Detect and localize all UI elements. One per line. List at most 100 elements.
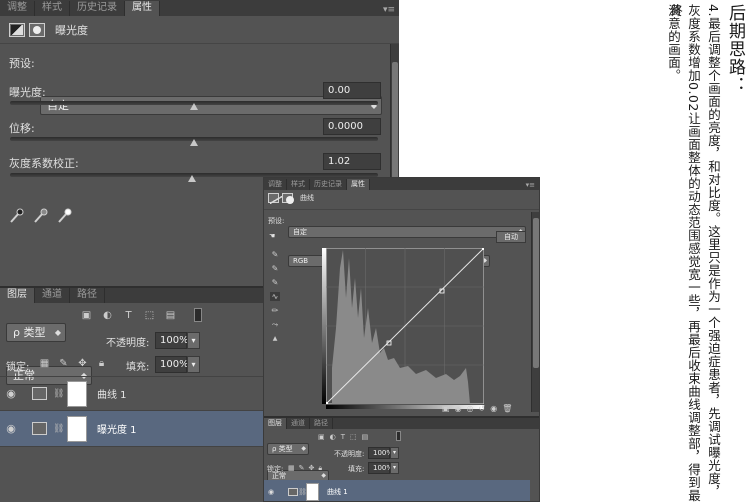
lock-transparent-icon[interactable]: ▦ [288,464,295,473]
visibility-eye-icon[interactable]: ◉ [490,404,497,413]
mask-icon[interactable] [282,193,294,204]
target-adjust-hand-icon[interactable]: ☚ [269,232,275,240]
view-previous-icon[interactable]: ◉ [455,404,462,413]
filter-shape-icon[interactable]: ⬚ [143,310,156,322]
tab-styles[interactable]: 样式 [35,1,70,16]
lock-label: 锁定: [267,465,284,473]
black-eyedropper-icon[interactable]: ✎ [272,250,279,259]
curve-edit-icon[interactable]: ∿ [269,292,281,301]
tab-styles[interactable]: 样式 [287,179,310,190]
layer-filter-value: ρ 类型 [272,445,293,453]
offset-value-input[interactable]: 0.0000 [323,118,381,135]
tab-properties[interactable]: 属性 [125,1,160,16]
layer-row-exposure[interactable]: ◉ ⛓︎ 曝光度 1 [0,411,263,447]
select-arrows-icon: ◆ [301,445,306,452]
filter-pixel-icon[interactable]: ▣ [318,433,325,441]
visibility-eye-icon[interactable]: ◉ [0,387,22,400]
tab-history[interactable]: 历史记录 [70,1,125,16]
filter-toggle[interactable] [396,431,401,441]
filter-type-icon[interactable]: T [341,433,345,441]
pencil-draw-icon[interactable]: ✏ [272,306,279,315]
tab-channels[interactable]: 通道 [35,288,70,303]
scrollbar-knob[interactable] [533,218,539,368]
gamma-slider-thumb[interactable] [188,175,196,182]
lock-image-icon[interactable]: ✎ [57,358,70,370]
tab-adjustments[interactable]: 调整 [264,179,287,190]
exposure-slider-thumb[interactable] [190,103,198,110]
gray-eyedropper-icon[interactable]: ✎ [272,264,279,273]
tab-layers[interactable]: 图层 [0,288,35,303]
gray-eyedropper-icon[interactable] [34,208,48,223]
panel-menu-icon[interactable]: ▾≡ [526,180,535,190]
layer-row-curves[interactable]: ◉ ⛓︎ 曲线 1 [264,480,530,501]
preset-select[interactable]: 自定 ◆ [288,226,526,238]
toggle-visibility-icon[interactable]: ◎ [467,404,474,413]
lock-image-icon[interactable]: ✎ [299,464,305,473]
filter-type-icon[interactable]: T [122,310,135,322]
tab-layers[interactable]: 图层 [264,418,287,429]
gamma-label: 灰度系数校正: [9,157,79,170]
curves-adjustment-icon [32,387,47,400]
exposure-value-input[interactable]: 0.00 [323,82,381,99]
auto-button[interactable]: 自动 [496,231,526,243]
lock-all-icon[interactable]: 🔒︎ [95,358,108,370]
layer-name[interactable]: 曲线 1 [97,386,127,401]
link-chain-icon[interactable]: ⛓︎ [53,389,64,399]
clipping-warning-icon[interactable]: ▲ [273,335,278,342]
white-eyedropper-icon[interactable]: ✎ [272,278,279,287]
tab-paths[interactable]: 路径 [70,288,105,303]
fill-input[interactable]: 100% [368,462,393,474]
visibility-eye-icon[interactable]: ◉ [0,422,22,435]
fill-dropdown-button[interactable]: ▾ [390,462,399,474]
layer-filter-select[interactable]: ρ 类型 ◆ [267,443,309,455]
layer-mask-thumbnail[interactable] [306,482,319,501]
tab-adjustments[interactable]: 调整 [0,1,35,16]
filter-adjustment-icon[interactable]: ◐ [101,310,114,322]
filter-smart-icon[interactable]: ▤ [362,433,369,441]
lock-position-icon[interactable]: ✥ [76,358,89,370]
layer-mask-thumbnail[interactable] [67,380,87,407]
tab-channels[interactable]: 通道 [287,418,310,429]
trash-icon[interactable]: 🗑︎ [502,404,512,413]
fill-input[interactable]: 100% [155,356,189,373]
link-chain-icon[interactable]: ⛓︎ [298,488,307,496]
opacity-dropdown-button[interactable]: ▾ [390,447,399,459]
properties-footer-icons: ▣ ◉ ◎ ↺ ◉ 🗑︎ [442,404,512,413]
offset-slider-thumb[interactable] [190,139,198,146]
layer-filter-select[interactable]: ρ 类型 ◆ [6,323,66,342]
opacity-input[interactable]: 100% [155,332,189,349]
panel-menu-icon[interactable]: ▾≡ [383,4,395,16]
visibility-eye-icon[interactable]: ◉ [264,488,278,496]
layer-name[interactable]: 曝光度 1 [97,421,137,436]
layer-mask-thumbnail[interactable] [67,415,87,442]
clip-to-layer-icon[interactable]: ▣ [442,404,450,413]
curve-point-black[interactable] [326,402,328,404]
tab-history[interactable]: 历史记录 [310,179,347,190]
curve-point-white[interactable] [482,248,484,250]
filter-toggle[interactable] [194,308,202,322]
tab-properties[interactable]: 属性 [347,179,370,190]
lock-transparent-icon[interactable]: ▦ [38,358,51,370]
layer-row-curves[interactable]: ◉ ⛓︎ 曲线 1 [0,377,263,411]
smooth-curve-icon[interactable]: ⤳ [272,320,278,330]
white-eyedropper-icon[interactable] [58,208,72,223]
filter-shape-icon[interactable]: ⬚ [350,433,357,441]
opacity-dropdown-button[interactable]: ▾ [187,332,200,349]
properties-scrollbar[interactable] [531,212,539,412]
curves-graph[interactable] [326,248,484,404]
opacity-input[interactable]: 100% [368,447,393,459]
link-chain-icon[interactable]: ⛓︎ [53,424,64,434]
layer-name[interactable]: 曲线 1 [327,487,348,497]
lock-all-icon[interactable]: 🔒︎ [318,464,322,473]
scrollbar-knob[interactable] [392,62,398,182]
black-eyedropper-icon[interactable] [10,208,24,223]
filter-adjustment-icon[interactable]: ◐ [330,433,336,441]
tab-paths[interactable]: 路径 [310,418,333,429]
filter-smart-icon[interactable]: ▤ [164,310,177,322]
reset-icon[interactable]: ↺ [479,404,486,413]
filter-pixel-icon[interactable]: ▣ [80,310,93,322]
fill-dropdown-button[interactable]: ▾ [187,356,200,373]
gamma-value-input[interactable]: 1.02 [323,153,381,170]
lock-position-icon[interactable]: ✥ [309,464,315,473]
mask-icon[interactable] [29,22,45,37]
